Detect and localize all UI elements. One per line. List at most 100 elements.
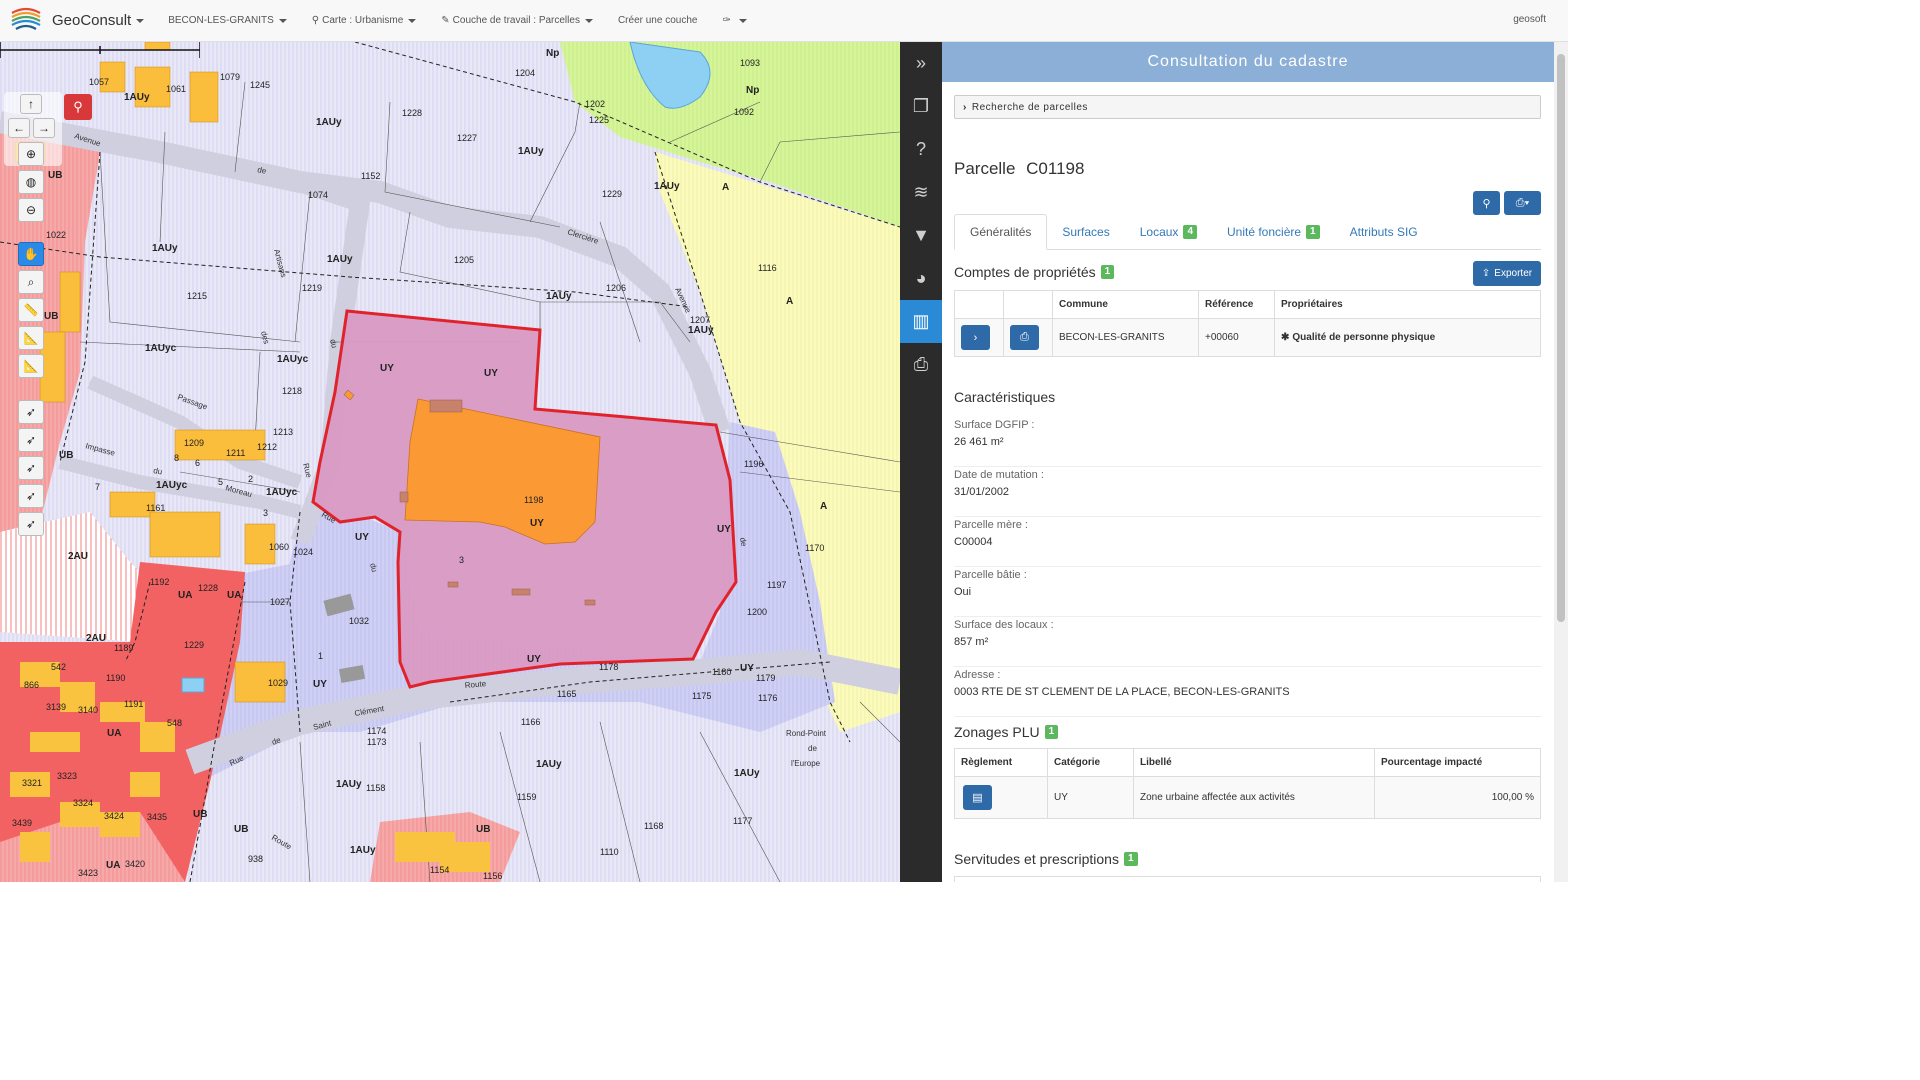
scrollbar-thumb[interactable]	[1557, 54, 1565, 622]
svg-text:1022: 1022	[46, 230, 66, 240]
location-marker-button[interactable]: ⚲	[64, 94, 92, 120]
reference-cell: +00060	[1198, 318, 1275, 357]
pan-right-button[interactable]: →	[33, 118, 55, 138]
zoom-in-button[interactable]: ⊕	[18, 142, 44, 166]
filter-button[interactable]: ▼	[900, 214, 942, 257]
svg-text:1079: 1079	[220, 72, 240, 82]
tab-label: Attributs SIG	[1349, 224, 1418, 239]
map-menu[interactable]: ⚲ Carte : Urbanisme	[312, 15, 417, 26]
full-extent-button[interactable]: ◍	[18, 170, 44, 194]
svg-text:1205: 1205	[454, 255, 474, 265]
zone-label: Np	[546, 48, 559, 59]
owner-cell: ✱ Qualité de personne physique	[1274, 318, 1541, 357]
map-view[interactable]: 1AUy 1AUy 1AUy 1AUy 1AUy 1AUy 1AUy 1AUy …	[0, 42, 900, 882]
column-header: Propriétaires	[1274, 290, 1541, 319]
zone-label: UY	[355, 532, 369, 543]
parcel-search-toggle[interactable]: › Recherche de parcelles	[954, 95, 1541, 119]
owners-heading: Comptes de propriétés 1	[954, 264, 1115, 280]
svg-text:3420: 3420	[125, 859, 145, 869]
side-toolbar: » ❐ ? ≋ ▼ ◕ ▥ ⎙	[900, 42, 942, 882]
layers-button[interactable]: ≋	[900, 171, 942, 214]
zone-label: 1AUy	[327, 254, 353, 265]
print-parcel-button[interactable]: ⎙▾	[1504, 191, 1541, 215]
svg-text:3139: 3139	[46, 702, 66, 712]
panel-scrollbar[interactable]	[1554, 42, 1568, 882]
select-tool-button[interactable]: ➶	[18, 400, 44, 424]
commune-cell: BECON-LES-GRANITS	[1052, 318, 1199, 357]
brand-menu[interactable]: GeoConsult	[52, 12, 145, 29]
zoom-box-button[interactable]: ⌕	[18, 270, 44, 294]
zone-label: UB	[193, 809, 207, 820]
zone-label: 1AUy	[336, 779, 362, 790]
svg-text:de: de	[808, 744, 817, 753]
svg-text:1206: 1206	[606, 283, 626, 293]
svg-text:1191: 1191	[124, 699, 143, 709]
tab-unite-fonciere[interactable]: Unité foncière 1	[1212, 214, 1335, 249]
svg-text:1228: 1228	[402, 108, 422, 118]
svg-text:1209: 1209	[184, 438, 204, 448]
svg-text:7: 7	[95, 482, 100, 492]
zoom-out-button[interactable]: ⊖	[18, 198, 44, 222]
pencil-icon: ✎	[441, 15, 450, 26]
table-cell: ⎙	[1003, 318, 1053, 357]
zone-label: A	[786, 296, 793, 307]
column-header: Libellé	[1133, 748, 1375, 777]
tab-attributs-sig[interactable]: Attributs SIG	[1335, 214, 1433, 249]
attr-label: Parcelle mère :	[954, 519, 1028, 531]
pan-tool-button[interactable]: ✋	[18, 242, 44, 266]
zone-label: 1AUy	[124, 92, 150, 103]
svg-text:1174: 1174	[367, 726, 386, 736]
commune-menu[interactable]: BECON-LES-GRANITS	[168, 15, 287, 26]
select-polygon-button[interactable]: ➶	[18, 456, 44, 480]
tools-menu[interactable]: ✑	[722, 15, 747, 26]
geoconsult-logo[interactable]	[0, 0, 52, 42]
collapse-panel-button[interactable]: »	[900, 42, 942, 85]
svg-text:1061: 1061	[166, 84, 186, 94]
locate-parcel-button[interactable]: ⚲	[1473, 191, 1500, 215]
svg-text:l'Europe: l'Europe	[791, 759, 821, 768]
cadastre-button[interactable]: ▥	[900, 300, 942, 343]
svg-text:1200: 1200	[747, 607, 767, 617]
globe-icon: ◍	[25, 175, 37, 189]
tab-locaux[interactable]: Locaux 4	[1125, 214, 1212, 249]
measure-angle-button[interactable]: 📐	[18, 354, 44, 378]
zone-label: 1AUy	[654, 181, 680, 192]
svg-text:548: 548	[167, 718, 182, 728]
zone-label: UA	[107, 728, 121, 739]
zone-label: 1AUy	[688, 325, 714, 336]
user-menu[interactable]: geosoft	[1513, 14, 1546, 25]
windows-button[interactable]: ❐	[900, 85, 942, 128]
select-polygon-icon: ➶	[25, 461, 37, 475]
svg-text:1170: 1170	[805, 543, 824, 553]
select-box-button[interactable]: ➶	[18, 484, 44, 508]
print-button[interactable]: ⎙	[900, 343, 942, 386]
select-arrow-icon: ➶	[25, 405, 37, 419]
tab-generalites[interactable]: Généralités	[954, 214, 1048, 250]
select-line-button[interactable]: ➶	[18, 428, 44, 452]
svg-text:1204: 1204	[515, 68, 535, 78]
tab-surfaces[interactable]: Surfaces	[1047, 214, 1124, 249]
count-badge: 1	[1306, 224, 1320, 239]
measure-distance-button[interactable]: 📏	[18, 298, 44, 322]
servitudes-table	[954, 876, 1541, 882]
svg-text:du: du	[153, 466, 163, 476]
print-owner-button[interactable]: ⎙	[1010, 325, 1039, 350]
svg-text:1192: 1192	[150, 577, 169, 587]
layer-menu[interactable]: ✎ Couche de travail : Parcelles	[441, 15, 593, 26]
pan-up-button[interactable]: ↑	[20, 94, 42, 114]
measure-area-button[interactable]: 📐	[18, 326, 44, 350]
create-layer-link[interactable]: Créer une couche	[618, 15, 698, 26]
owners-table: Commune Référence Propriétaires › ⎙ BECO…	[954, 290, 1541, 357]
column-header	[954, 290, 1004, 319]
pan-left-button[interactable]: ←	[8, 118, 30, 138]
export-button[interactable]: ⇪ Exporter	[1473, 261, 1541, 286]
zone-label: A	[722, 182, 729, 193]
svg-text:1116: 1116	[758, 263, 777, 273]
select-circle-button[interactable]: ➶	[18, 512, 44, 536]
statistics-button[interactable]: ◕	[900, 257, 942, 300]
pourcentage-cell: 100,00 %	[1374, 776, 1541, 819]
help-button[interactable]: ?	[900, 128, 942, 171]
cadastre-map[interactable]: 1AUy 1AUy 1AUy 1AUy 1AUy 1AUy 1AUy 1AUy …	[0, 42, 900, 882]
open-owner-button[interactable]: ›	[961, 325, 990, 350]
open-reglement-button[interactable]: ▤	[963, 785, 992, 810]
